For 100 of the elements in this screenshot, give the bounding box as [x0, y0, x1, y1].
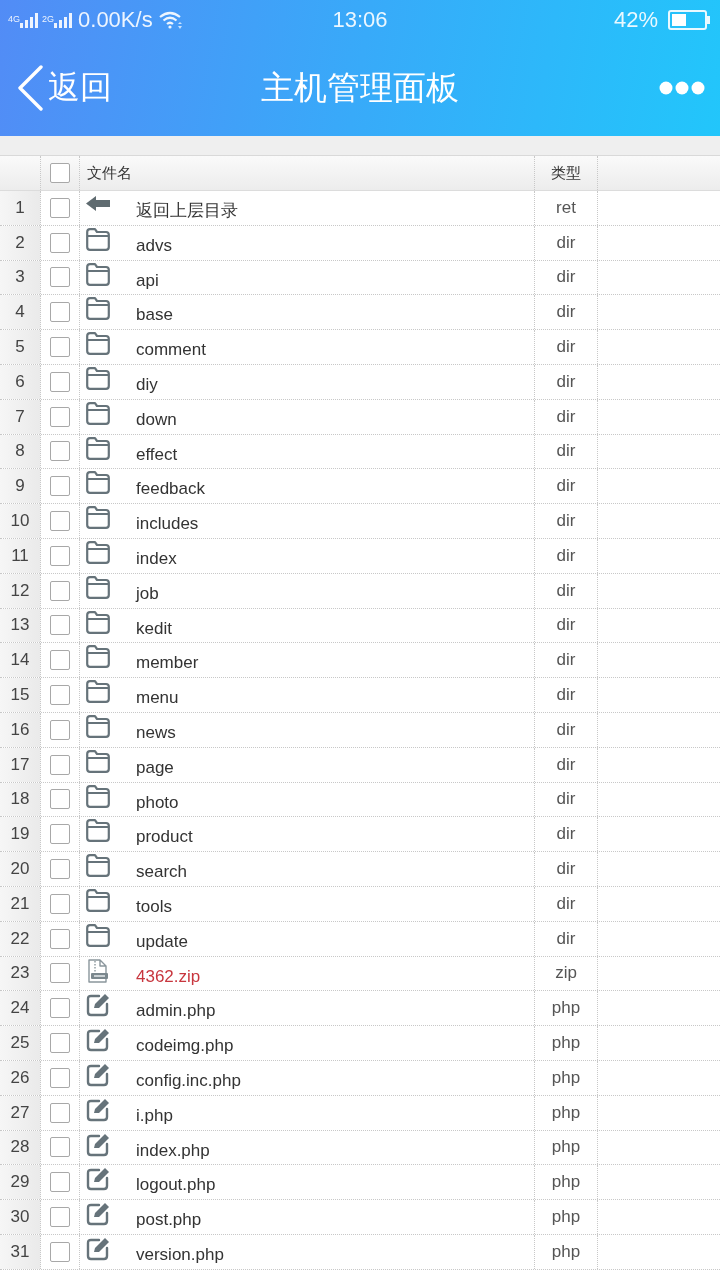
file-name[interactable]: update [136, 931, 188, 952]
file-name[interactable]: kedit [136, 618, 172, 639]
file-type: php [551, 1033, 581, 1053]
checkbox[interactable] [50, 789, 70, 810]
checkbox[interactable] [50, 197, 70, 218]
checkbox[interactable] [50, 337, 70, 358]
archive-file-icon [86, 958, 110, 983]
checkbox[interactable] [50, 719, 70, 740]
checkbox[interactable] [50, 163, 70, 183]
file-name[interactable]: tools [136, 896, 172, 917]
checkbox[interactable] [50, 1172, 70, 1193]
file-name[interactable]: menu [136, 688, 179, 709]
checkbox[interactable] [50, 267, 70, 288]
folder-icon [86, 784, 110, 809]
checkbox[interactable] [50, 476, 70, 497]
checkbox[interactable] [50, 302, 70, 323]
more-icon[interactable] [659, 81, 705, 95]
checkbox[interactable] [50, 1137, 70, 1158]
edit-icon [86, 993, 110, 1018]
file-name[interactable]: effect [136, 444, 178, 465]
file-name[interactable]: job [136, 583, 159, 604]
file-type: php [551, 998, 581, 1019]
file-name[interactable]: codeimg.php [136, 1036, 234, 1057]
file-name[interactable]: includes [136, 514, 199, 535]
checkbox[interactable] [50, 580, 70, 601]
file-name[interactable]: product [136, 827, 193, 848]
file-name[interactable]: member [136, 653, 199, 674]
checkbox[interactable] [50, 1241, 70, 1262]
row-number: 10 [0, 504, 41, 538]
file-name[interactable]: index.php [136, 1140, 210, 1161]
file-name[interactable]: news [136, 722, 176, 743]
checkbox[interactable] [50, 511, 70, 532]
file-name[interactable]: down [136, 409, 177, 430]
folder-icon [86, 332, 110, 357]
file-name[interactable]: 4362.zip [136, 966, 201, 987]
folder-icon [86, 471, 110, 496]
checkbox[interactable] [50, 441, 70, 462]
file-name[interactable]: api [136, 270, 159, 291]
file-type: dir [556, 267, 576, 288]
row-number: 22 [0, 921, 41, 956]
file-type: php [551, 1207, 581, 1227]
folder-icon [86, 645, 110, 670]
file-name[interactable]: advs [136, 235, 172, 256]
checkbox[interactable] [50, 754, 70, 775]
row-number: 1 [0, 191, 41, 225]
network-type-label: 2G [42, 14, 55, 24]
file-type: dir [556, 406, 576, 427]
chevron-left-icon [16, 65, 44, 111]
checkbox[interactable] [50, 824, 70, 845]
folder-icon [86, 923, 110, 948]
file-name[interactable]: photo [136, 792, 179, 813]
checkbox[interactable] [50, 1067, 70, 1088]
file-name[interactable]: config.inc.php [136, 1070, 241, 1091]
checkbox[interactable] [50, 1102, 70, 1123]
file-name[interactable]: post.php [136, 1210, 202, 1231]
file-type: dir [556, 650, 576, 671]
folder-icon [86, 610, 110, 635]
checkbox[interactable] [50, 545, 70, 566]
row-number: 17 [0, 747, 41, 782]
edit-icon [86, 1097, 110, 1122]
battery-icon [668, 10, 710, 30]
file-type: php [551, 1067, 581, 1088]
file-type: php [551, 1137, 581, 1158]
file-name[interactable]: i.php [136, 1105, 173, 1126]
file-name[interactable]: feedback [136, 479, 205, 500]
checkbox[interactable] [50, 928, 70, 949]
checkbox[interactable] [50, 893, 70, 914]
checkbox[interactable] [50, 371, 70, 392]
file-name[interactable]: 返回上层目录 [136, 201, 238, 221]
file-name[interactable]: page [136, 757, 174, 778]
checkbox[interactable] [50, 998, 70, 1019]
clock-time: 13:06 [332, 7, 388, 33]
checkbox[interactable] [50, 232, 70, 253]
checkbox[interactable] [50, 859, 70, 880]
checkbox[interactable] [50, 685, 70, 706]
column-header: 文件名 [87, 163, 132, 183]
file-name[interactable]: version.php [136, 1244, 224, 1265]
file-name[interactable]: search [136, 862, 188, 883]
file-name[interactable]: index [136, 548, 177, 569]
file-type: dir [556, 824, 576, 845]
row-number: 4 [0, 295, 41, 330]
checkbox[interactable] [50, 615, 70, 636]
file-name[interactable]: diy [136, 375, 158, 395]
file-name[interactable]: logout.php [136, 1175, 216, 1196]
file-name[interactable]: admin.php [136, 1001, 216, 1022]
checkbox[interactable] [50, 406, 70, 427]
row-number: 26 [0, 1060, 41, 1095]
file-name[interactable]: base [136, 305, 173, 326]
signal-icon [20, 12, 38, 28]
folder-icon [86, 227, 110, 252]
file-name[interactable]: comment [136, 340, 206, 361]
checkbox[interactable] [50, 650, 70, 671]
row-number: 28 [0, 1130, 41, 1165]
folder-icon [86, 854, 110, 879]
checkbox[interactable] [50, 963, 70, 984]
checkbox[interactable] [50, 1207, 70, 1227]
file-type: dir [556, 337, 576, 358]
file-type: dir [556, 789, 576, 810]
checkbox[interactable] [50, 1033, 70, 1053]
row-number: 12 [0, 573, 41, 608]
